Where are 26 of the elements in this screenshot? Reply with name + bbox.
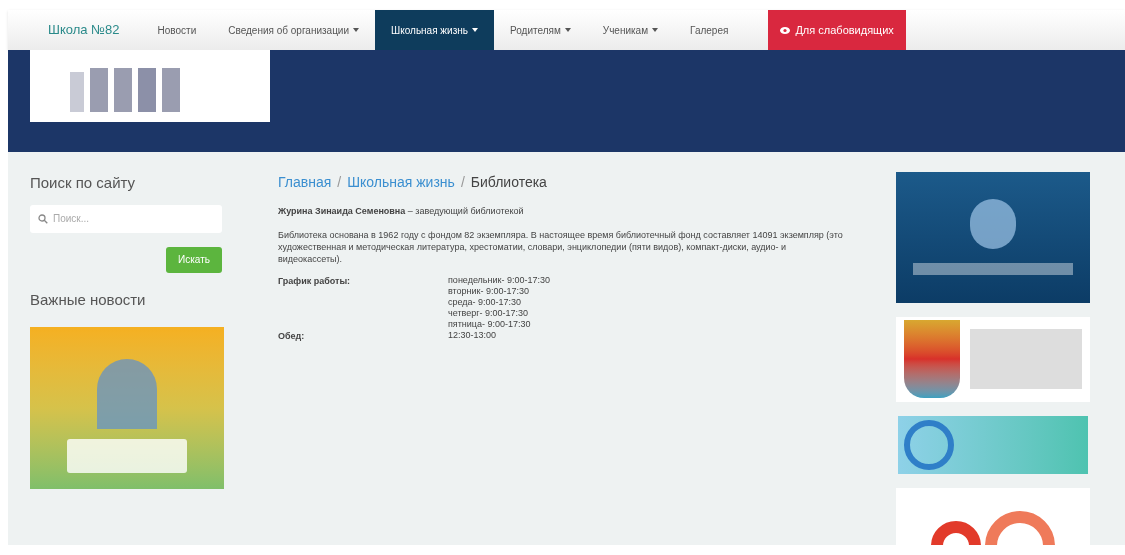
schedule-label: Обед: (278, 329, 306, 343)
nav-tab[interactable]: Новости (141, 10, 213, 50)
nav-tab[interactable]: Школьная жизнь (375, 10, 494, 50)
nav-tab[interactable]: Галерея (674, 10, 745, 50)
eye-icon (780, 26, 791, 34)
nav-tab[interactable]: Ученикам (586, 10, 675, 50)
nav-tab[interactable]: Родителям (493, 10, 587, 50)
schedule-label: График работы: (278, 274, 352, 288)
breadcrumb-separator: / (460, 173, 465, 192)
sidebar-heading: Поиск по сайту (30, 173, 137, 193)
schedule-hours: вторник- 9:00-17:30 (448, 285, 531, 297)
search-field[interactable]: Поиск... (30, 204, 222, 233)
librarian-text: Журина Зинаида Семеновна – заведующий библиотекой (278, 205, 525, 218)
sidebar-heading: Важные новости (30, 289, 147, 310)
breadcrumb-separator: / (337, 173, 342, 192)
breadcrumb-current: Библиотека (470, 173, 547, 192)
library-description: Библиотека основана в 1962 году с фондом 82 экземпляра. В настоящее время библиотечный фонд составляет 14091 экземпляр (это художественная и методическая литература, хрестоматии, словари, энциклопедии (пяти видов), компакт-диски, аудио- и видеокассеты). (278, 228, 844, 265)
schedule-hours: пятница- 9:00-17:30 (448, 318, 532, 330)
schedule-hours: понедельник- 9:00-17:30 (448, 274, 551, 286)
schedule-hours: четверг- 9:00-17:30 (448, 307, 530, 319)
accessibility-button[interactable]: Для слабовидящих (768, 10, 906, 50)
search-icon (38, 213, 48, 224)
nav-tab[interactable]: Сведения об организации (212, 10, 376, 50)
schedule-hours: среда- 9:00-17:30 (448, 296, 523, 308)
site-brand-link[interactable]: Школа №82 (8, 10, 142, 50)
schedule-hours: 12:30-13:00 (448, 329, 497, 341)
